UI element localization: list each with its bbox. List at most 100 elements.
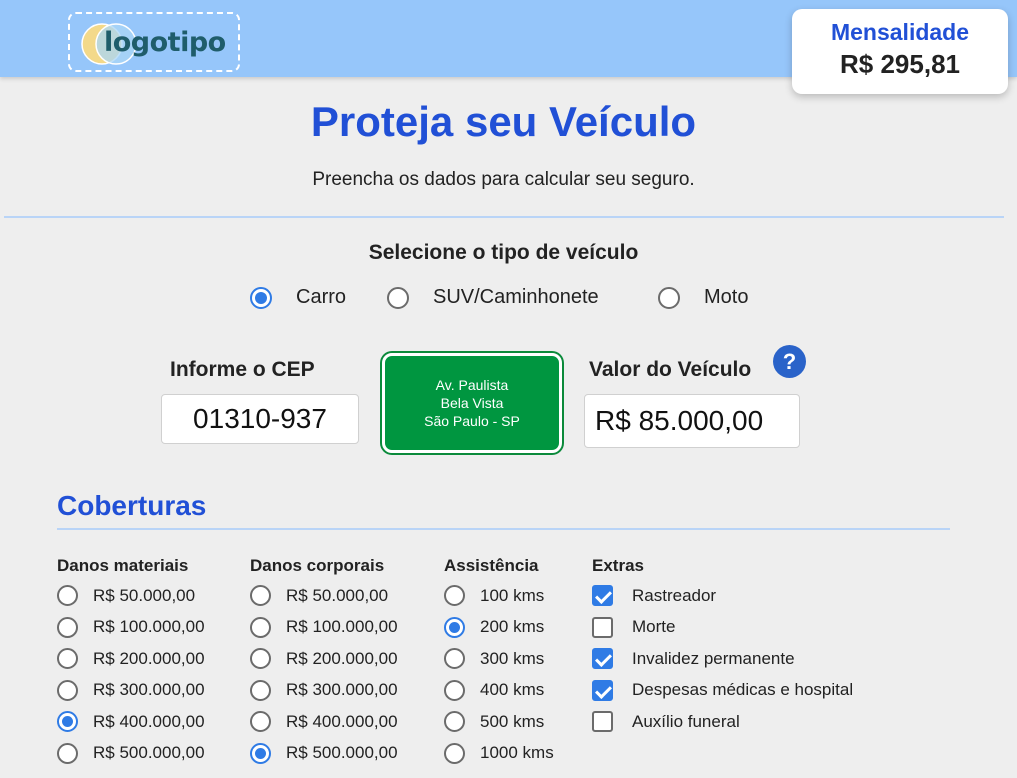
radio-button[interactable] xyxy=(444,585,465,607)
extra-option[interactable]: Despesas médicas e hospital xyxy=(592,675,853,707)
radio-button[interactable] xyxy=(444,742,465,764)
coverage-option[interactable]: R$ 400.000,00 xyxy=(250,706,398,738)
cep-label: Informe o CEP xyxy=(170,358,315,381)
address-street: Av. Paulista xyxy=(435,377,509,393)
vehicle-type-label: SUV/Caminhonete xyxy=(433,286,599,308)
radio-button[interactable] xyxy=(444,616,465,638)
radio-button[interactable] xyxy=(250,616,271,638)
coverage-option-label: 300 kms xyxy=(480,648,545,668)
address-card: Av. Paulista Bela Vista São Paulo - SP xyxy=(382,353,562,453)
coverage-option-label: R$ 400.000,00 xyxy=(93,711,205,731)
radio-button[interactable] xyxy=(250,648,271,670)
coverage-option-label: 400 kms xyxy=(480,680,545,700)
coverage-option-label: R$ 100.000,00 xyxy=(286,617,398,637)
group-title: Danos corporais xyxy=(250,556,385,575)
coverage-option[interactable]: R$ 500.000,00 xyxy=(57,738,205,770)
logo-text: logotipo xyxy=(104,27,226,58)
extra-option-label: Rastreador xyxy=(632,585,717,605)
radio-button[interactable] xyxy=(444,648,465,670)
vehicle-type-option-moto[interactable]: Moto xyxy=(658,286,748,309)
coverage-option-label: 200 kms xyxy=(480,617,545,637)
radio-button[interactable] xyxy=(57,679,78,701)
vehicle-type-title: Selecione o tipo de veículo xyxy=(368,241,639,264)
radio-button[interactable] xyxy=(444,679,465,701)
coverage-option[interactable]: 1000 kms xyxy=(444,738,554,770)
coverage-option-label: R$ 200.000,00 xyxy=(286,648,398,668)
radio-button[interactable] xyxy=(658,286,680,309)
coverage-option-label: R$ 200.000,00 xyxy=(93,648,205,668)
vehicle-value-label: Valor do Veículo xyxy=(589,358,752,381)
radio-button[interactable] xyxy=(57,742,78,764)
coverage-option[interactable]: R$ 100.000,00 xyxy=(57,612,205,644)
coverage-option-label: R$ 50.000,00 xyxy=(286,585,389,605)
coverage-option[interactable]: R$ 100.000,00 xyxy=(250,612,398,644)
coverage-option[interactable]: R$ 50.000,00 xyxy=(250,580,398,612)
radio-button[interactable] xyxy=(57,585,78,607)
extra-option[interactable]: Auxílio funeral xyxy=(592,706,853,738)
checkbox[interactable] xyxy=(592,648,613,670)
checkbox[interactable] xyxy=(592,679,613,701)
checkbox[interactable] xyxy=(592,585,613,607)
top-bar: logotipo Mensalidade R$ 295,81 xyxy=(0,0,1017,94)
group-title: Danos materiais xyxy=(57,556,189,575)
assistencia-group: Assistência 100 kms 200 kms 300 kms 400 kms… xyxy=(444,556,554,769)
page-title: Proteja seu Veículo xyxy=(310,98,697,145)
radio-button[interactable] xyxy=(250,742,271,764)
extra-option[interactable]: Rastreador xyxy=(592,580,853,612)
price-label: Mensalidade xyxy=(830,19,970,45)
cep-input[interactable]: 01310-937 xyxy=(161,394,359,444)
vehicle-value-input[interactable]: R$ 85.000,00 xyxy=(584,394,800,448)
coverage-option[interactable]: 100 kms xyxy=(444,580,554,612)
radio-button[interactable] xyxy=(250,585,271,607)
address-city: São Paulo - SP xyxy=(424,413,520,429)
vehicle-type-label: Carro xyxy=(296,286,347,308)
coverage-option-label: 1000 kms xyxy=(480,743,554,763)
coverage-option-label: 500 kms xyxy=(480,711,545,731)
logo[interactable]: logotipo xyxy=(68,12,240,72)
coverage-option[interactable]: 300 kms xyxy=(444,643,554,675)
coverage-option[interactable]: R$ 300.000,00 xyxy=(57,675,205,707)
coverage-option[interactable]: R$ 500.000,00 xyxy=(250,738,398,770)
coverage-option[interactable]: R$ 200.000,00 xyxy=(250,643,398,675)
vehicle-type-option-suv[interactable]: SUV/Caminhonete xyxy=(387,286,599,309)
price-value: R$ 295,81 xyxy=(840,49,960,79)
group-title: Assistência xyxy=(444,556,539,575)
coverage-option[interactable]: 500 kms xyxy=(444,706,554,738)
extra-option-label: Auxílio funeral xyxy=(632,711,740,731)
vehicle-type-label: Moto xyxy=(704,286,749,308)
extra-option-label: Morte xyxy=(632,617,676,637)
coverage-option[interactable]: 200 kms xyxy=(444,612,554,644)
help-icon[interactable]: ? xyxy=(773,345,806,378)
coverage-option[interactable]: R$ 200.000,00 xyxy=(57,643,205,675)
radio-button[interactable] xyxy=(250,711,271,733)
extra-option[interactable]: Invalidez permanente xyxy=(592,643,853,675)
coverage-option[interactable]: 400 kms xyxy=(444,675,554,707)
extra-option-label: Invalidez permanente xyxy=(632,648,795,668)
coverage-option[interactable]: R$ 50.000,00 xyxy=(57,580,205,612)
checkbox[interactable] xyxy=(592,711,613,733)
radio-button[interactable] xyxy=(250,679,271,701)
coverage-option-label: R$ 500.000,00 xyxy=(93,743,205,763)
vehicle-type-option-carro[interactable]: Carro xyxy=(250,286,346,309)
coverage-option-label: R$ 400.000,00 xyxy=(286,711,398,731)
checkbox[interactable] xyxy=(592,616,613,638)
coverage-option[interactable]: R$ 400.000,00 xyxy=(57,706,205,738)
coverages-divider xyxy=(57,528,950,530)
danos-materiais-group: Danos materiais R$ 50.000,00 R$ 100.000,0… xyxy=(57,556,205,769)
radio-button[interactable] xyxy=(57,711,78,733)
coverage-option-label: R$ 50.000,00 xyxy=(93,585,196,605)
coverage-option-label: R$ 500.000,00 xyxy=(286,743,398,763)
coverage-option[interactable]: R$ 300.000,00 xyxy=(250,675,398,707)
radio-button[interactable] xyxy=(250,286,272,309)
radio-button[interactable] xyxy=(57,648,78,670)
coverage-option-label: R$ 300.000,00 xyxy=(93,680,205,700)
extras-group: Extras Rastreador Morte Invalidez permanen… xyxy=(592,556,853,738)
monthly-price-card: Mensalidade R$ 295,81 xyxy=(792,9,1008,94)
danos-corporais-group: Danos corporais R$ 50.000,00 R$ 100.000,0… xyxy=(250,556,398,769)
extra-option-label: Despesas médicas e hospital xyxy=(632,680,854,700)
radio-button[interactable] xyxy=(444,711,465,733)
extra-option[interactable]: Morte xyxy=(592,612,853,644)
radio-button[interactable] xyxy=(387,286,409,309)
radio-button[interactable] xyxy=(57,616,78,638)
page-subtitle: Preencha os dados para calcular seu segu… xyxy=(312,169,695,190)
